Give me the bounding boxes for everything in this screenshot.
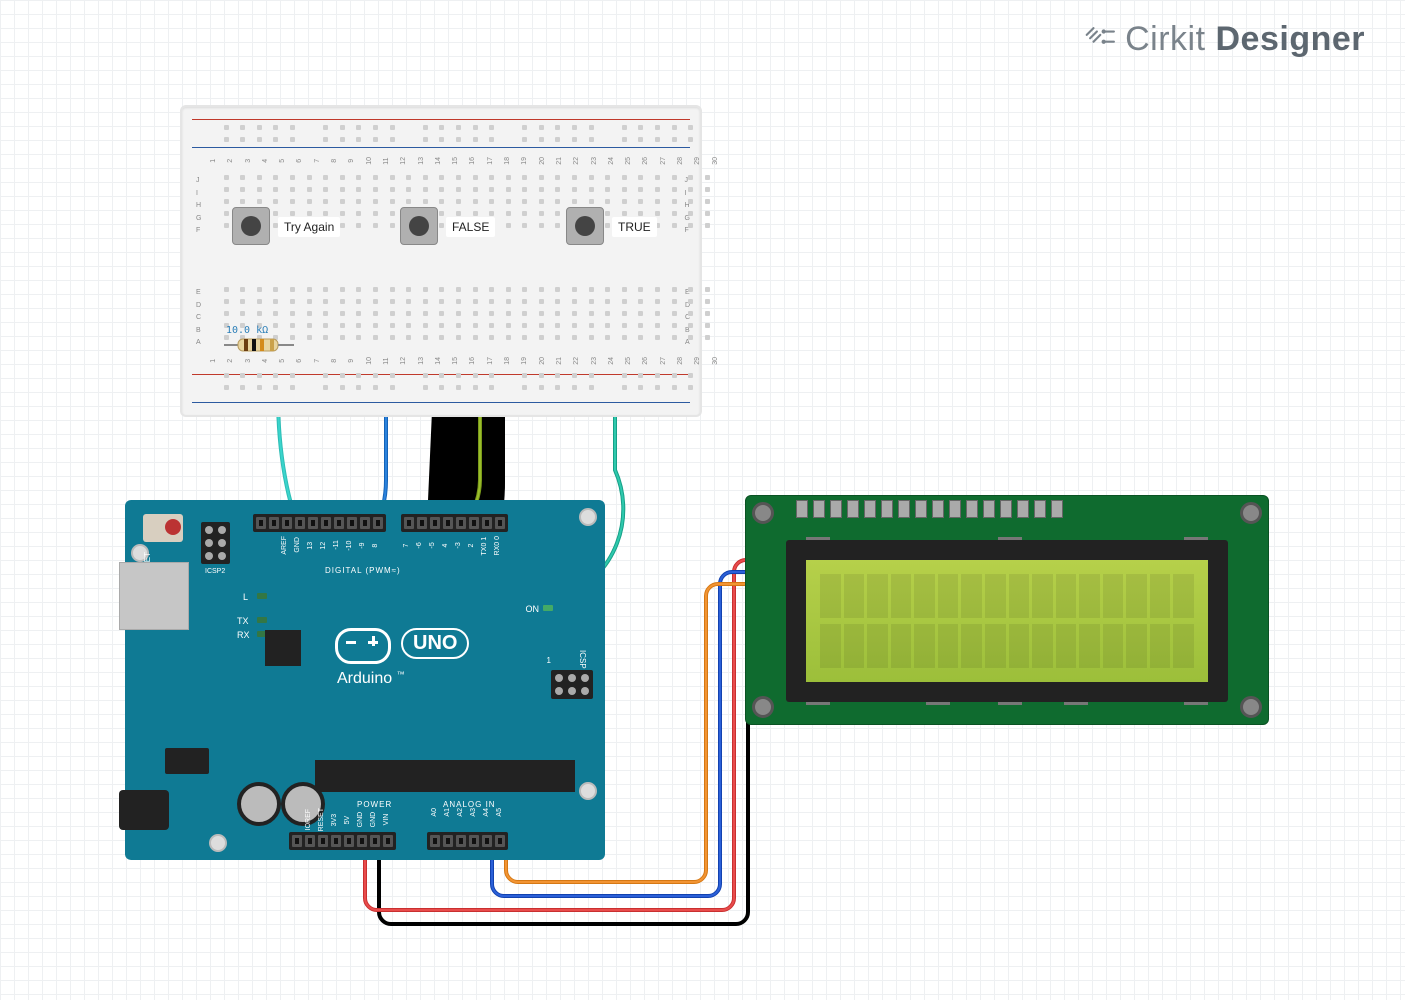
button-false[interactable] xyxy=(400,207,438,245)
arduino-pinlabels-analog: A0A1A2A3A4A5 xyxy=(431,808,505,817)
arduino-uno[interactable]: RESET ICSP2 AREFGND1312-11-10-98 7-6-54-… xyxy=(125,500,605,860)
button-false-label: FALSE xyxy=(446,217,495,237)
arduino-l-label: L xyxy=(243,592,248,602)
breadboard-row-labels-top: JIHGF xyxy=(196,177,201,234)
arduino-icsp2-label: ICSP2 xyxy=(205,568,225,575)
breadboard-col-labels-bottom: 1234567891011121314151617181920212223242… xyxy=(210,357,720,365)
button-true-label: TRUE xyxy=(612,217,657,237)
breadboard-row-labels-bottom: EDCBA xyxy=(196,289,201,346)
arduino-header-analog xyxy=(427,832,508,850)
arduino-digital-label: DIGITAL (PWM≈) xyxy=(325,566,401,575)
app-logo: Cirkit Designer xyxy=(1085,20,1365,59)
arduino-pinlabels-top-right: 7-6-54-32TX0 1RX0 0 xyxy=(403,536,503,555)
arduino-usb-port xyxy=(119,562,189,630)
lcd-screen xyxy=(806,560,1208,682)
arduino-branding: UNO xyxy=(335,628,469,664)
circuit-canvas[interactable]: Cirkit Designer xyxy=(0,0,1405,1000)
resistor-value: 10.0 kΩ xyxy=(226,325,268,336)
button-try-again[interactable] xyxy=(232,207,270,245)
logo-text-part1: Cirkit xyxy=(1125,20,1205,58)
arduino-logo-icon xyxy=(335,628,391,664)
button-try-again-label: Try Again xyxy=(278,217,340,237)
arduino-icsp-label: ICSP xyxy=(578,650,587,669)
arduino-header-top-left xyxy=(253,514,386,532)
resistor-icon xyxy=(224,337,294,353)
arduino-rx-label: RX xyxy=(237,630,250,640)
arduino-header-top-right xyxy=(401,514,508,532)
arduino-on-label: ON xyxy=(526,604,540,614)
arduino-uno-badge: UNO xyxy=(401,628,469,659)
button-true[interactable] xyxy=(566,207,604,245)
logo-mark-icon xyxy=(1085,26,1119,54)
arduino-atmega-chip xyxy=(315,760,575,792)
arduino-barrel-jack xyxy=(119,790,169,830)
arduino-icsp2 xyxy=(201,522,230,564)
arduino-header-power xyxy=(289,832,396,850)
arduino-brand-text: Arduino ™ xyxy=(337,670,405,688)
arduino-voltage-regulator xyxy=(165,748,209,774)
lcd-frame xyxy=(786,540,1228,702)
arduino-capacitor xyxy=(237,782,281,826)
arduino-icsp xyxy=(551,670,593,699)
arduino-icsp-1: 1 xyxy=(547,656,551,665)
lcd-16x2-i2c[interactable]: GND VCC SDA SCL xyxy=(745,495,1269,725)
arduino-pinlabels-power: IOREFRESET3V35VGNDGNDVIN xyxy=(305,808,392,831)
breadboard[interactable]: /*placeholder*/ 123456789101112131415161… xyxy=(180,105,702,417)
arduino-reset-button[interactable] xyxy=(143,514,183,542)
logo-text-part2: Designer xyxy=(1216,20,1366,58)
arduino-pinlabels-top-left: AREFGND1312-11-10-98 xyxy=(255,536,381,555)
lcd-header-pins xyxy=(796,500,1063,518)
arduino-tx-label: TX xyxy=(237,616,249,626)
logo-text: Cirkit Designer xyxy=(1125,20,1365,59)
breadboard-col-labels-top: 1234567891011121314151617181920212223242… xyxy=(210,157,720,165)
arduino-small-chip xyxy=(265,630,301,666)
